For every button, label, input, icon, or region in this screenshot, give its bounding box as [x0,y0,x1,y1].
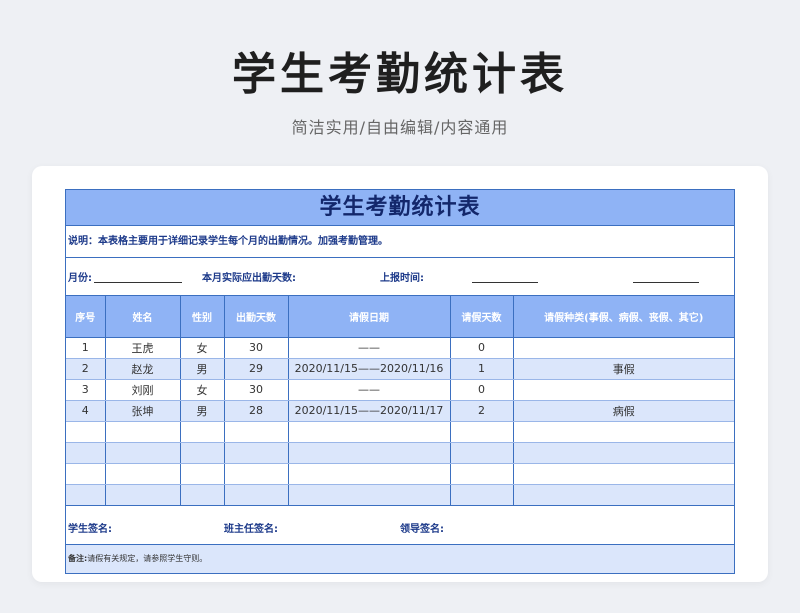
cell-gender[interactable] [179,463,224,485]
month-label: 月份: [68,273,92,284]
table-row [66,442,734,464]
cell-name[interactable] [104,463,180,485]
sheet-description: 说明：本表格主要用于详细记录学生每个月的出勤情况。加强考勤管理。 [66,226,734,258]
note-text: 请假有关规定，请参照学生守则。 [87,554,208,563]
cell-leave-date[interactable]: —— [287,379,450,401]
cell-leave-days[interactable] [449,484,513,506]
cell-leave-days[interactable] [449,463,513,485]
cell-attendance[interactable]: 30 [223,337,288,359]
cell-leave-date[interactable]: —— [287,337,450,359]
cell-attendance[interactable]: 29 [223,358,288,380]
month-field[interactable] [94,282,182,283]
sheet-title: 学生考勤统计表 [66,190,734,226]
cell-index[interactable]: 2 [66,358,105,380]
cell-leave-days[interactable]: 2 [449,400,513,422]
cell-index[interactable] [66,484,105,506]
page-title: 学生考勤统计表 [232,49,568,100]
cell-index[interactable]: 3 [66,379,105,401]
cell-leave-date[interactable]: 2020/11/15——2020/11/16 [287,358,450,380]
table-row [66,421,734,443]
cell-index[interactable]: 4 [66,400,105,422]
table-row [66,484,734,506]
report-time-field-2[interactable] [633,282,699,283]
cell-name[interactable]: 张坤 [104,400,180,422]
cell-attendance[interactable]: 30 [223,379,288,401]
table-row: 1 王虎 女 30 —— 0 [66,337,734,359]
cell-name[interactable] [104,484,180,506]
table-row: 4 张坤 男 28 2020/11/15——2020/11/17 2 病假 [66,400,734,422]
cell-leave-date[interactable]: 2020/11/15——2020/11/17 [287,400,450,422]
cell-attendance[interactable] [223,442,288,464]
table-row: 2 赵龙 男 29 2020/11/15——2020/11/16 1 事假 [66,358,734,380]
table-row: 3 刘刚 女 30 —— 0 [66,379,734,401]
cell-name[interactable]: 赵龙 [104,358,180,380]
cell-name[interactable]: 刘刚 [104,379,180,401]
cell-gender[interactable]: 女 [179,337,224,359]
cell-leave-type[interactable] [512,337,734,359]
student-signature-label: 学生签名: [68,524,112,535]
cell-name[interactable] [104,421,180,443]
header-cell: 请假种类(事假、病假、丧假、其它) [512,296,734,338]
cell-attendance[interactable] [223,463,288,485]
header-cell: 序号 [66,296,105,338]
cell-gender[interactable]: 女 [179,379,224,401]
cell-attendance[interactable] [223,421,288,443]
teacher-signature-label: 班主任签名: [224,524,278,535]
cell-attendance[interactable]: 28 [223,400,288,422]
cell-leave-type[interactable] [512,379,734,401]
cell-index[interactable]: 1 [66,337,105,359]
header-cell: 性别 [179,296,224,338]
page-subtitle: 简洁实用/自由编辑/内容通用 [291,118,509,137]
cell-gender[interactable] [179,442,224,464]
cell-leave-date[interactable] [287,463,450,485]
header-cell: 请假天数 [449,296,513,338]
cell-index[interactable] [66,421,105,443]
cell-gender[interactable] [179,421,224,443]
cell-index[interactable] [66,463,105,485]
attendance-table: 序号 姓名 性别 出勤天数 请假日期 请假天数 请假种类(事假、病假、丧假、其它… [66,296,734,506]
note-label: 备注: [68,554,88,563]
cell-name[interactable]: 王虎 [104,337,180,359]
cell-leave-days[interactable]: 1 [449,358,513,380]
cell-leave-date[interactable] [287,442,450,464]
cell-name[interactable] [104,442,180,464]
cell-leave-type[interactable]: 病假 [512,400,734,422]
signature-row: 学生签名: 班主任签名: 领导签名: [66,507,734,545]
cell-gender[interactable] [179,484,224,506]
header-cell: 出勤天数 [223,296,288,338]
cell-leave-days[interactable] [449,442,513,464]
cell-index[interactable] [66,442,105,464]
cell-leave-type[interactable]: 事假 [512,358,734,380]
cell-leave-type[interactable] [512,421,734,443]
cell-leave-type[interactable] [512,484,734,506]
cell-leave-days[interactable] [449,421,513,443]
header-cell: 请假日期 [287,296,450,338]
cell-leave-days[interactable]: 0 [449,379,513,401]
info-row: 月份: 本月实际应出勤天数: 上报时间: [66,258,734,296]
cell-gender[interactable]: 男 [179,358,224,380]
cell-leave-date[interactable] [287,421,450,443]
table-header-row: 序号 姓名 性别 出勤天数 请假日期 请假天数 请假种类(事假、病假、丧假、其它… [66,296,734,338]
cell-leave-days[interactable]: 0 [449,337,513,359]
cell-leave-type[interactable] [512,463,734,485]
leader-signature-label: 领导签名: [400,524,444,535]
cell-gender[interactable]: 男 [179,400,224,422]
attendance-sheet: 学生考勤统计表 说明：本表格主要用于详细记录学生每个月的出勤情况。加强考勤管理。… [65,189,735,574]
cell-attendance[interactable] [223,484,288,506]
header-cell: 姓名 [104,296,180,338]
required-days-label: 本月实际应出勤天数: [202,273,296,284]
cell-leave-date[interactable] [287,484,450,506]
report-time-field[interactable] [472,282,538,283]
table-row [66,463,734,485]
cell-leave-type[interactable] [512,442,734,464]
report-time-label: 上报时间: [380,273,424,284]
note-row: 备注:请假有关规定，请参照学生守则。 [66,545,734,573]
